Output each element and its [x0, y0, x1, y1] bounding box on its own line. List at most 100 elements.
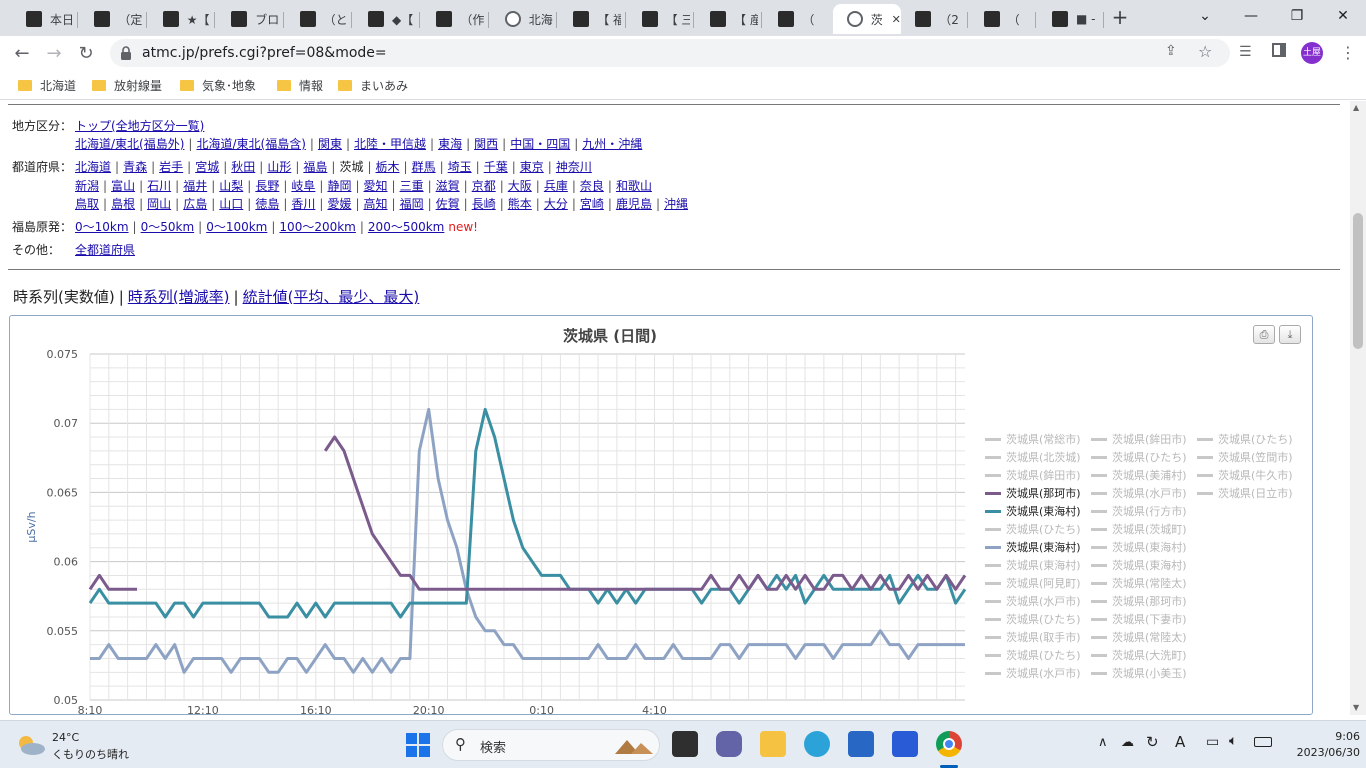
menu-icon[interactable]: ⋮ [1340, 43, 1356, 62]
all-prefs-link[interactable]: 全都道府県 [75, 243, 135, 257]
scrollbar-thumb[interactable] [1353, 213, 1363, 349]
network-icon[interactable]: ▭ [1206, 734, 1219, 750]
legend-item[interactable]: 茨城県(水戸市) [1091, 485, 1187, 501]
legend-item[interactable]: 茨城県(常陸太) [1091, 629, 1187, 645]
legend-item[interactable]: 茨城県(北茨城) [985, 449, 1081, 465]
pref-link-4[interactable]: 秋田 [231, 160, 255, 174]
legend-item[interactable]: 茨城県(東海村) [985, 539, 1081, 555]
new-tab-button[interactable]: + [1108, 6, 1132, 30]
back-button[interactable]: ← [9, 40, 35, 66]
region-link-4[interactable]: 東海 [438, 137, 462, 151]
fukushima-link-2[interactable]: 0～100km [206, 220, 267, 234]
close-window-button[interactable]: ✕ [1320, 0, 1366, 32]
tab-0[interactable]: 本日 [12, 4, 74, 34]
pref-link-r2-13[interactable]: 兵庫 [544, 179, 568, 193]
legend-item[interactable]: 茨城県(笠間市) [1197, 449, 1293, 465]
pref-link-r3-15[interactable]: 鹿児島 [616, 197, 652, 211]
side-panel-icon[interactable] [1272, 43, 1286, 57]
pref-link-r2-7[interactable]: 静岡 [327, 179, 351, 193]
pref-link-r3-12[interactable]: 熊本 [508, 197, 532, 211]
fukushima-link-1[interactable]: 0～50km [141, 220, 195, 234]
legend-item[interactable]: 茨城県(東海村) [985, 557, 1081, 573]
mode-link-rate[interactable]: 時系列(増減率) [128, 288, 230, 306]
legend-item[interactable]: 茨城県(日立市) [1197, 485, 1293, 501]
start-button[interactable] [406, 733, 430, 757]
edge-browser-icon[interactable] [804, 731, 830, 757]
pref-link-r3-2[interactable]: 岡山 [147, 197, 171, 211]
reading-list-icon[interactable]: ☰ [1239, 44, 1252, 60]
region-link-2[interactable]: 関東 [318, 137, 342, 151]
legend-item[interactable]: 茨城県(東海村) [985, 503, 1081, 519]
legend-item[interactable]: 茨城県(鉾田市) [1091, 431, 1187, 447]
pref-link-r3-8[interactable]: 高知 [364, 197, 388, 211]
pref-link-5[interactable]: 山形 [267, 160, 291, 174]
pref-link-r3-16[interactable]: 沖縄 [664, 197, 688, 211]
weather-widget[interactable]: 24°C くもりのち晴れ [16, 728, 129, 764]
bookmark-folder-3[interactable]: 情報 [277, 77, 323, 94]
pref-link-r2-11[interactable]: 京都 [472, 179, 496, 193]
reload-button[interactable]: ↻ [73, 40, 99, 66]
pref-link-r2-4[interactable]: 山梨 [219, 179, 243, 193]
legend-item[interactable]: 茨城県(ひたち) [985, 647, 1081, 663]
region-link-7[interactable]: 九州・沖縄 [582, 137, 642, 151]
sync-icon[interactable]: ↻ [1146, 733, 1159, 751]
file-explorer-icon[interactable] [760, 731, 786, 757]
tab-3[interactable]: ブログ [217, 4, 279, 34]
store-icon[interactable] [848, 731, 874, 757]
teams-chat-icon[interactable] [716, 731, 742, 757]
pref-link-r3-3[interactable]: 広島 [183, 197, 207, 211]
pref-link-r2-3[interactable]: 福井 [183, 179, 207, 193]
legend-item[interactable]: 茨城県(水戸市) [985, 665, 1081, 681]
volume-icon[interactable]: 🔈︎ [1229, 733, 1237, 749]
pref-link-r2-1[interactable]: 富山 [111, 179, 135, 193]
pref-link-9[interactable]: 群馬 [412, 160, 436, 174]
mode-link-stats[interactable]: 統計値(平均、最少、最大) [243, 288, 420, 306]
legend-item[interactable]: 茨城県(那珂市) [985, 485, 1081, 501]
region-link-3[interactable]: 北陸・甲信越 [354, 137, 426, 151]
tab-11[interactable]: （ [764, 4, 826, 34]
tab-12[interactable]: 茨 ✕ [832, 4, 901, 34]
pref-link-11[interactable]: 千葉 [484, 160, 508, 174]
bookmark-folder-4[interactable]: まいあみ [338, 77, 408, 94]
bookmark-folder-2[interactable]: 気象･地象 [180, 77, 256, 94]
legend-item[interactable]: 茨城県(牛久市) [1197, 467, 1293, 483]
tab-1[interactable]: （定 [80, 4, 142, 34]
profile-avatar[interactable]: 土屋 [1301, 42, 1323, 64]
app-shortcut-icon[interactable] [892, 731, 918, 757]
pref-link-12[interactable]: 東京 [520, 160, 544, 174]
legend-item[interactable]: 茨城県(常総市) [985, 431, 1081, 447]
pref-link-r3-10[interactable]: 佐賀 [436, 197, 460, 211]
clock-date[interactable]: 2023/06/30 [1290, 746, 1360, 759]
legend-item[interactable]: 茨城県(美浦村) [1091, 467, 1187, 483]
legend-item[interactable]: 茨城県(那珂市) [1091, 593, 1187, 609]
region-link-0[interactable]: 北海道/東北(福島外) [75, 137, 184, 151]
page-scrollbar[interactable]: ▲ ▼ [1350, 101, 1366, 715]
pref-link-r3-1[interactable]: 島根 [111, 197, 135, 211]
legend-item[interactable]: 茨城県(東海村) [1091, 557, 1187, 573]
tab-8[interactable]: 【 福 [559, 4, 621, 34]
legend-item[interactable]: 茨城県(茨城町) [1091, 521, 1187, 537]
tab-6[interactable]: （作 [422, 4, 484, 34]
tab-search-icon[interactable]: ⌄ [1182, 0, 1228, 32]
pref-link-r3-9[interactable]: 福岡 [400, 197, 424, 211]
tab-9[interactable]: 【 三 [628, 4, 690, 34]
clock-time[interactable]: 9:06 [1310, 730, 1360, 743]
bookmark-folder-1[interactable]: 放射線量 [92, 77, 162, 94]
taskbar-search[interactable]: ⚲ 検索 [442, 729, 660, 761]
legend-item[interactable]: 茨城県(ひたち) [985, 521, 1081, 537]
region-top-link[interactable]: トップ(全地方区分一覧) [75, 119, 204, 133]
pref-link-r3-11[interactable]: 長崎 [472, 197, 496, 211]
pref-link-0[interactable]: 北海道 [75, 160, 111, 174]
legend-item[interactable]: 茨城県(常陸太) [1091, 575, 1187, 591]
forward-button[interactable]: → [41, 40, 67, 66]
region-link-6[interactable]: 中国・四国 [510, 137, 570, 151]
minimize-button[interactable]: — [1228, 0, 1274, 32]
tray-chevron-icon[interactable]: ∧ [1098, 735, 1108, 750]
task-view-icon[interactable] [672, 731, 698, 757]
maximize-button[interactable]: ❐ [1274, 0, 1320, 32]
pref-link-r3-13[interactable]: 大分 [544, 197, 568, 211]
fukushima-link-4[interactable]: 200～500km [368, 220, 444, 234]
legend-item[interactable]: 茨城県(ひたち) [1197, 431, 1293, 447]
pref-link-13[interactable]: 神奈川 [556, 160, 592, 174]
region-link-5[interactable]: 関西 [474, 137, 498, 151]
